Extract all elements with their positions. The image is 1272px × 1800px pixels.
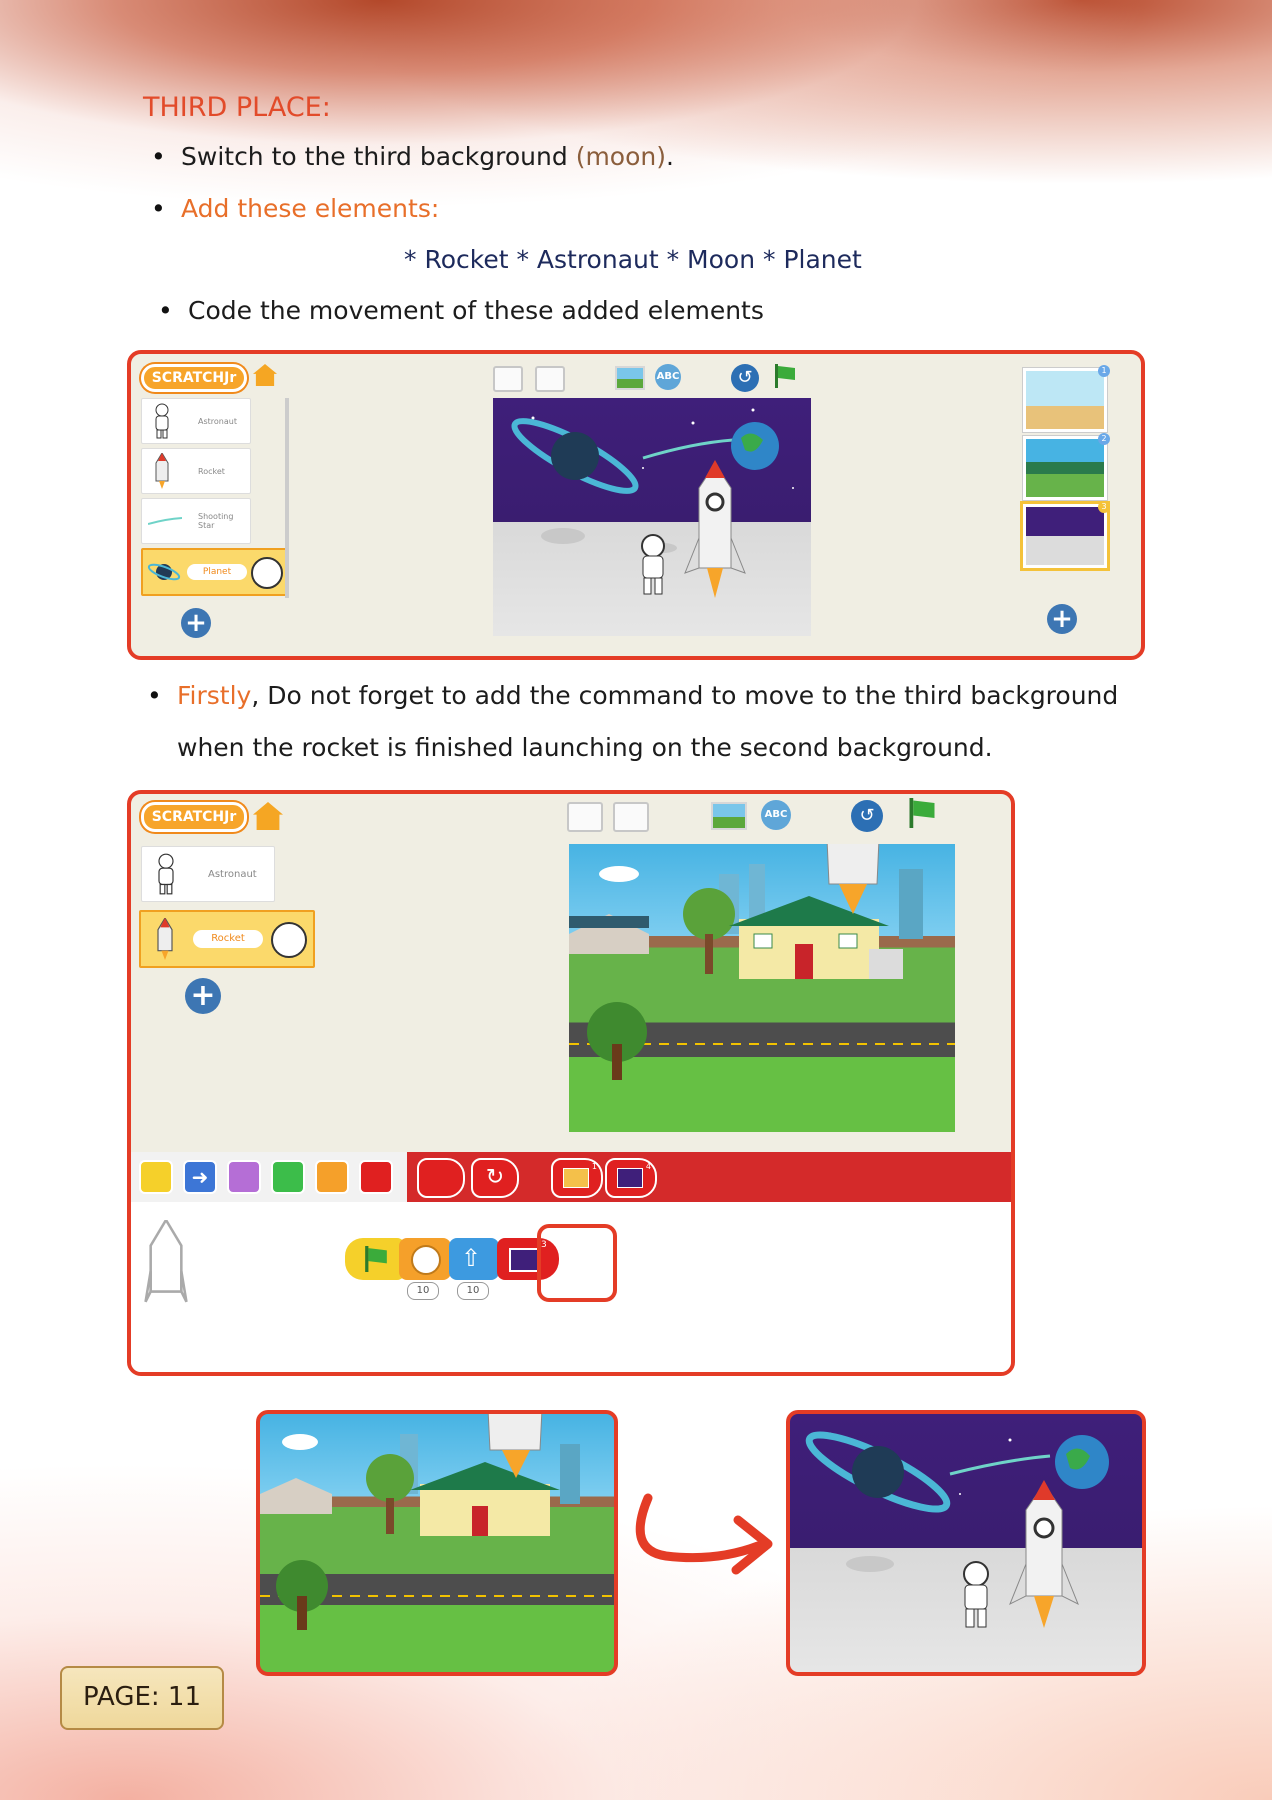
wait-value[interactable]: 10	[407, 1282, 439, 1300]
scratchjr-logo: SCRATCHJr	[141, 364, 247, 392]
move-up-block[interactable]: ⇧	[449, 1238, 499, 1280]
add-sprite-button[interactable]: +	[181, 608, 211, 638]
bullet4-line2: when the rocket is finished launching on…	[177, 733, 993, 762]
scene-before-city	[256, 1410, 618, 1676]
category-looks-button[interactable]	[227, 1160, 261, 1194]
bullet4-highlight: Firstly	[177, 681, 252, 710]
bullet4-line1: , Do not forget to add the command to mo…	[251, 681, 1119, 710]
paintbrush-icon[interactable]	[271, 922, 307, 958]
bullet1-highlight: (moon)	[575, 142, 666, 171]
sprite-label: Astronaut	[198, 416, 237, 426]
highlight-go-to-page-block	[537, 1224, 617, 1302]
bullet-code-movement: Code the movement of these added element…	[158, 296, 764, 325]
page-number: 4	[645, 1162, 651, 1171]
bullet1-text: Switch to the third background	[181, 142, 576, 171]
grid-icon[interactable]	[535, 366, 565, 392]
selected-sprite-rocket-outline	[144, 1220, 188, 1303]
reset-icon[interactable]: ↺	[731, 364, 759, 392]
category-end-button[interactable]	[359, 1160, 393, 1194]
scratchjr-screenshot-script: SCRATCHJr ABC ↺ Astronaut Rocket + ➜ ↻ 1…	[127, 790, 1015, 1376]
rocket-icon	[157, 918, 173, 960]
grid-icon[interactable]	[613, 802, 649, 832]
sprite-card-planet[interactable]: Planet	[141, 548, 287, 596]
sprite-card-astronaut[interactable]: Astronaut	[141, 398, 251, 444]
bullet-firstly: Firstly, Do not forget to add the comman…	[147, 681, 1119, 710]
city-scene-art	[569, 844, 955, 1080]
astronaut-icon	[155, 403, 169, 439]
green-flag-icon[interactable]	[773, 364, 797, 388]
category-motion-button[interactable]: ➜	[183, 1160, 217, 1194]
scratchjr-logo: SCRATCHJr	[141, 802, 247, 832]
sprite-name-pill[interactable]: Planet	[187, 564, 247, 580]
wait-block[interactable]	[399, 1238, 451, 1280]
stage-moon-scene	[493, 398, 811, 636]
paintbrush-icon[interactable]	[251, 557, 283, 589]
scene-after-moon	[786, 1410, 1146, 1676]
moon-scene-art	[805, 1431, 1109, 1628]
end-block[interactable]	[417, 1158, 465, 1198]
background-icon[interactable]	[711, 802, 747, 830]
moon-scene-art	[511, 408, 794, 598]
fullscreen-icon[interactable]	[493, 366, 523, 392]
green-flag-icon	[365, 1246, 387, 1272]
sprite-card-rocket[interactable]: Rocket	[139, 910, 315, 968]
home-icon[interactable]	[253, 802, 283, 830]
move-up-value[interactable]: 10	[457, 1282, 489, 1300]
bullet1-end: .	[665, 142, 674, 171]
stage-city-scene	[569, 844, 955, 1132]
page-number-scroll: PAGE: 11	[60, 1666, 224, 1730]
transition-arrow-icon	[635, 1493, 773, 1575]
sprite-card-rocket[interactable]: Rocket	[141, 448, 251, 494]
category-sound-button[interactable]	[271, 1160, 305, 1194]
sprite-card-astronaut[interactable]: Astronaut	[141, 846, 275, 902]
add-scene-button[interactable]: +	[1047, 604, 1077, 634]
go-to-page-block-4[interactable]: 4	[605, 1158, 657, 1198]
add-sprite-button[interactable]: +	[185, 978, 221, 1014]
repeat-forever-block[interactable]: ↻	[471, 1158, 519, 1198]
bullet-add-elements: Add these elements:	[151, 194, 439, 223]
bullet-switch-background: Switch to the third background (moon).	[151, 142, 674, 171]
green-flag-icon[interactable]	[907, 798, 937, 828]
scene-number: 3	[1098, 501, 1110, 513]
planet-icon	[147, 563, 181, 581]
rocket-icon	[155, 453, 169, 489]
sprite-name-pill[interactable]: Rocket	[193, 930, 263, 948]
text-icon[interactable]: ABC	[761, 800, 791, 830]
sprite-list-scrollbar[interactable]	[285, 398, 289, 598]
scene-number: 1	[1098, 365, 1110, 377]
home-icon[interactable]	[253, 364, 277, 386]
scene-thumb-3[interactable]: 3	[1023, 501, 1110, 568]
sprite-label: Rocket	[198, 466, 225, 476]
sprite-label: Astronaut	[208, 868, 257, 880]
green-flag-trigger-block[interactable]	[345, 1238, 405, 1280]
text-icon[interactable]: ABC	[655, 364, 681, 390]
city-scene-art	[260, 1414, 614, 1630]
page-number-label: PAGE: 11	[82, 1682, 202, 1712]
fullscreen-icon[interactable]	[567, 802, 603, 832]
scene-thumb-1[interactable]: 1	[1023, 365, 1110, 432]
astronaut-icon	[158, 853, 174, 895]
elements-list: * Rocket * Astronaut * Moon * Planet	[404, 245, 862, 274]
sprite-card-shooting-star[interactable]: Shooting Star	[141, 498, 251, 544]
go-to-page-block-1[interactable]: 1	[551, 1158, 603, 1198]
shooting-star-icon	[148, 517, 182, 525]
scene-thumb-2[interactable]: 2	[1023, 433, 1110, 500]
up-arrow-icon: ⇧	[461, 1244, 482, 1272]
scratchjr-screenshot-moon-scene: SCRATCHJr ABC ↺ Astronaut Rocket Shootin…	[127, 350, 1145, 660]
page-number: 1	[591, 1162, 597, 1171]
sprite-label: Shooting Star	[198, 512, 234, 530]
section-heading: THIRD PLACE:	[143, 92, 331, 123]
reset-icon[interactable]: ↺	[851, 800, 883, 832]
category-triggers-button[interactable]	[139, 1160, 173, 1194]
category-control-button[interactable]	[315, 1160, 349, 1194]
background-icon[interactable]	[615, 366, 645, 390]
timer-icon	[411, 1245, 441, 1275]
scene-number: 2	[1098, 433, 1110, 445]
